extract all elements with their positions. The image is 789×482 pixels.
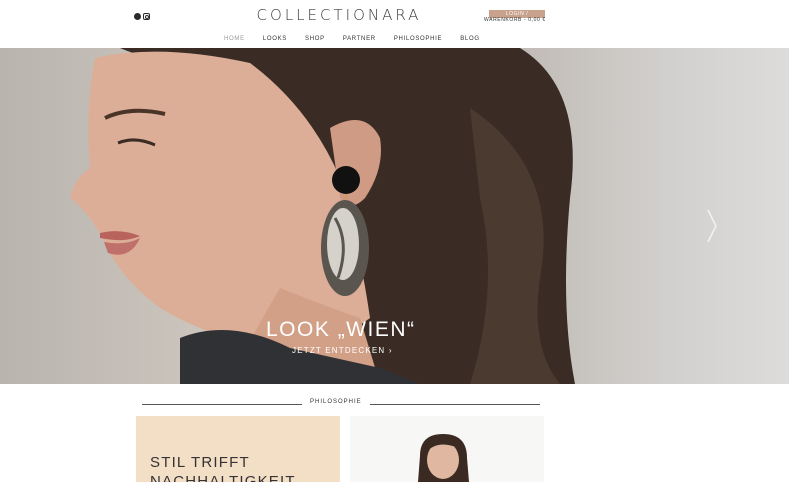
nav-item-partner[interactable]: PARTNER bbox=[343, 36, 376, 42]
site-header: COLLECTIONARA LOGIN / REGISTRIEREN WAREN… bbox=[0, 0, 789, 48]
divider-right bbox=[370, 404, 540, 405]
divider-left bbox=[142, 404, 302, 405]
hero-title: LOOK „WIEN“ bbox=[266, 318, 416, 341]
instagram-icon[interactable] bbox=[143, 13, 150, 20]
nav-item-home[interactable]: HOME bbox=[224, 36, 245, 42]
nav-item-looks[interactable]: LOOKS bbox=[263, 36, 287, 42]
card-title-line2: NACHHALTIGKEIT bbox=[150, 473, 296, 482]
philosophy-card[interactable]: STIL TRIFFT NACHHALTIGKEIT bbox=[136, 416, 340, 482]
portrait-image bbox=[418, 434, 469, 482]
founder-portrait bbox=[350, 416, 544, 482]
nav-item-shop[interactable]: SHOP bbox=[305, 36, 325, 42]
site-logo[interactable]: COLLECTIONARA bbox=[252, 6, 426, 28]
hero-slider[interactable]: LOOK „WIEN“ JETZT ENTDECKEN › bbox=[0, 48, 789, 384]
cart-link[interactable]: WARENKORB - 0,00 € bbox=[484, 17, 546, 23]
chevron-right-icon[interactable] bbox=[704, 206, 720, 246]
pinterest-icon[interactable] bbox=[134, 13, 141, 20]
hero-cta-link[interactable]: JETZT ENTDECKEN › bbox=[292, 346, 393, 355]
section-heading: PHILOSOPHIE bbox=[142, 398, 540, 410]
main-nav: HOME LOOKS SHOP PARTNER PHILOSOPHIE BLOG bbox=[224, 36, 498, 42]
nav-item-philosophie[interactable]: PHILOSOPHIE bbox=[394, 36, 442, 42]
nav-item-blog[interactable]: BLOG bbox=[460, 36, 479, 42]
card-title-line1: STIL TRIFFT bbox=[150, 454, 250, 471]
section-title: PHILOSOPHIE bbox=[310, 399, 362, 405]
social-links bbox=[134, 13, 150, 20]
